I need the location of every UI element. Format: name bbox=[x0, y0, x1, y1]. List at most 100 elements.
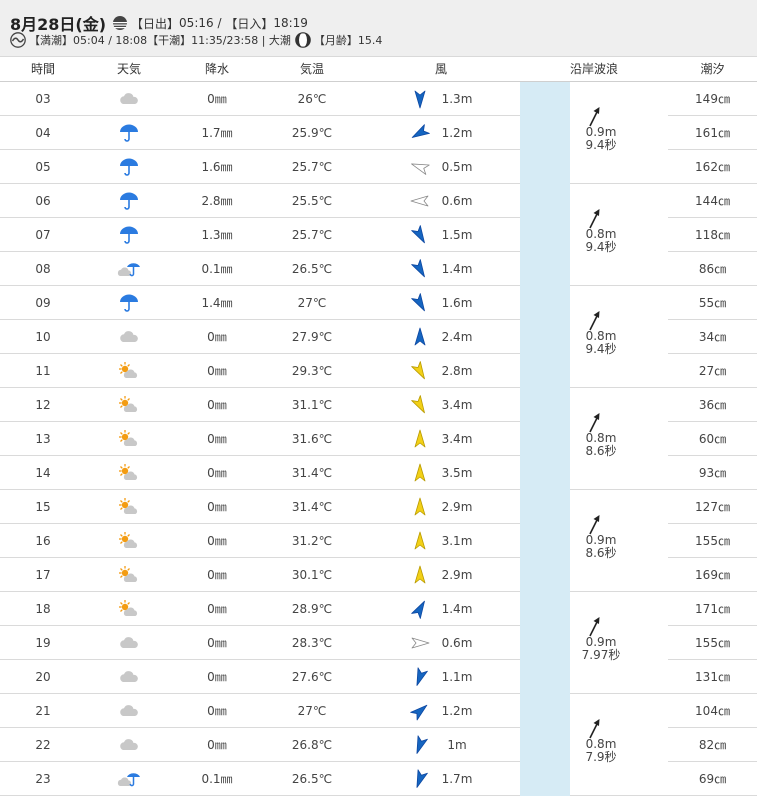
row-tide: 127㎝ bbox=[695, 500, 730, 514]
row-time: 17 bbox=[35, 568, 51, 582]
row-temp: 28.3℃ bbox=[291, 636, 333, 650]
row-wind: 2.8m bbox=[441, 364, 473, 378]
row-temp: 28.9℃ bbox=[291, 602, 333, 616]
cloudy-icon bbox=[117, 633, 141, 653]
wave-info: 0.8m 8.6秒 bbox=[576, 432, 626, 458]
sun-cloud-icon bbox=[117, 361, 141, 381]
row-tide: 82㎝ bbox=[698, 738, 727, 752]
cloud-umbrella-icon bbox=[117, 259, 141, 279]
row-time: 18 bbox=[35, 602, 51, 616]
row-time: 14 bbox=[35, 466, 51, 480]
row-rain: 0㎜ bbox=[207, 534, 227, 548]
row-rain: 0㎜ bbox=[207, 568, 227, 582]
sunset-label: 【日入】 bbox=[225, 16, 274, 31]
umbrella-icon bbox=[117, 293, 141, 313]
row-rain: 0㎜ bbox=[207, 398, 227, 412]
wave-block: 0.9m 8.6秒 bbox=[570, 490, 668, 592]
row-time: 12 bbox=[35, 398, 51, 412]
sun-cloud-icon bbox=[117, 531, 141, 551]
row-wind: 1.3m bbox=[441, 92, 473, 106]
wind-arrow-icon bbox=[409, 395, 431, 415]
row-tide: 144㎝ bbox=[695, 194, 730, 208]
row-wind: 1.2m bbox=[441, 126, 473, 140]
col-wave: 沿岸波浪 bbox=[569, 62, 618, 76]
row-tide: 104㎝ bbox=[695, 704, 730, 718]
sun-cloud-icon bbox=[117, 497, 141, 517]
row-time: 22 bbox=[35, 738, 51, 752]
row-wind: 1.4m bbox=[441, 262, 473, 276]
row-tide: 27㎝ bbox=[698, 364, 727, 378]
row-time: 23 bbox=[35, 772, 51, 786]
sun-cloud-icon bbox=[117, 429, 141, 449]
wave-period: 7.97秒 bbox=[581, 648, 621, 662]
umbrella-icon bbox=[117, 123, 141, 143]
wind-arrow-icon bbox=[409, 463, 431, 483]
row-rain: 1.7㎜ bbox=[201, 126, 233, 140]
row-rain: 0.1㎜ bbox=[201, 772, 233, 786]
row-tide: 149㎝ bbox=[695, 92, 730, 106]
row-rain: 0㎜ bbox=[207, 636, 227, 650]
row-wind: 3.4m bbox=[441, 398, 473, 412]
tide-type: 大潮 bbox=[268, 34, 291, 47]
row-tide: 161㎝ bbox=[695, 126, 730, 140]
wave-block: 0.8m 9.4秒 bbox=[570, 184, 668, 286]
row-time: 03 bbox=[35, 92, 51, 106]
col-time: 時間 bbox=[30, 62, 55, 76]
wind-arrow-icon bbox=[409, 361, 431, 381]
cloudy-icon bbox=[117, 701, 141, 721]
row-temp: 27.6℃ bbox=[291, 670, 333, 684]
table-header: 時間 天気 降水 気温 風 沿岸波浪 潮汐 bbox=[0, 57, 757, 82]
wind-arrow-icon bbox=[409, 735, 431, 755]
row-tide: 155㎝ bbox=[695, 534, 730, 548]
row-rain: 1.4㎜ bbox=[201, 296, 233, 310]
wind-arrow-icon bbox=[409, 497, 431, 517]
row-wind: 2.9m bbox=[441, 500, 473, 514]
wave-period: 8.6秒 bbox=[585, 444, 617, 458]
wind-arrow-icon bbox=[409, 225, 431, 245]
row-temp: 31.2℃ bbox=[291, 534, 333, 548]
row-temp: 27℃ bbox=[297, 704, 327, 718]
row-time: 11 bbox=[35, 364, 51, 378]
row-temp: 25.9℃ bbox=[291, 126, 333, 140]
high-tide-label: 【満潮】 bbox=[29, 34, 73, 47]
row-wind: 3.5m bbox=[441, 466, 473, 480]
wind-arrow-icon bbox=[409, 293, 431, 313]
col-rain: 降水 bbox=[204, 62, 229, 76]
row-tide: 34㎝ bbox=[698, 330, 727, 344]
col-wind: 風 bbox=[434, 62, 447, 76]
row-temp: 30.1℃ bbox=[291, 568, 333, 582]
wind-arrow-icon bbox=[409, 769, 431, 789]
wind-arrow-icon bbox=[409, 599, 431, 619]
forecast-header: 8月28日(金) 【日出】 05:16 / 【日入】 18:19 【満潮】 05… bbox=[0, 0, 757, 57]
wave-info: 0.8m 9.4秒 bbox=[576, 228, 626, 254]
wave-block: 0.8m 8.6秒 bbox=[570, 388, 668, 490]
wave-period: 9.4秒 bbox=[585, 240, 617, 254]
row-time: 21 bbox=[35, 704, 51, 718]
row-temp: 31.4℃ bbox=[291, 466, 333, 480]
wind-arrow-icon bbox=[409, 633, 431, 653]
sun-cloud-icon bbox=[117, 565, 141, 585]
row-wind: 3.4m bbox=[441, 432, 473, 446]
row-divider bbox=[668, 795, 757, 796]
row-wind: 2.9m bbox=[441, 568, 473, 582]
sun-cloud-icon bbox=[117, 395, 141, 415]
row-tide: 169㎝ bbox=[695, 568, 730, 582]
row-rain: 0㎜ bbox=[207, 92, 227, 106]
wave-period: 9.4秒 bbox=[585, 342, 617, 356]
high-tide-time: 05:04 / 18:08 bbox=[73, 33, 148, 47]
row-rain: 1.6㎜ bbox=[201, 160, 233, 174]
cloudy-icon bbox=[117, 735, 141, 755]
row-time: 10 bbox=[35, 330, 51, 344]
row-rain: 0.1㎜ bbox=[201, 262, 233, 276]
wave-info: 0.9m 7.97秒 bbox=[576, 636, 626, 662]
tide-separator: | bbox=[258, 33, 269, 47]
row-temp: 25.5℃ bbox=[291, 194, 333, 208]
col-weather: 天気 bbox=[116, 62, 141, 76]
row-wind: 0.5m bbox=[441, 160, 473, 174]
row-temp: 25.7℃ bbox=[291, 228, 333, 242]
umbrella-icon bbox=[117, 191, 141, 211]
row-temp: 31.4℃ bbox=[291, 500, 333, 514]
umbrella-icon bbox=[117, 225, 141, 245]
wave-block: 0.9m 9.4秒 bbox=[570, 82, 668, 184]
sun-cloud-icon bbox=[117, 599, 141, 619]
